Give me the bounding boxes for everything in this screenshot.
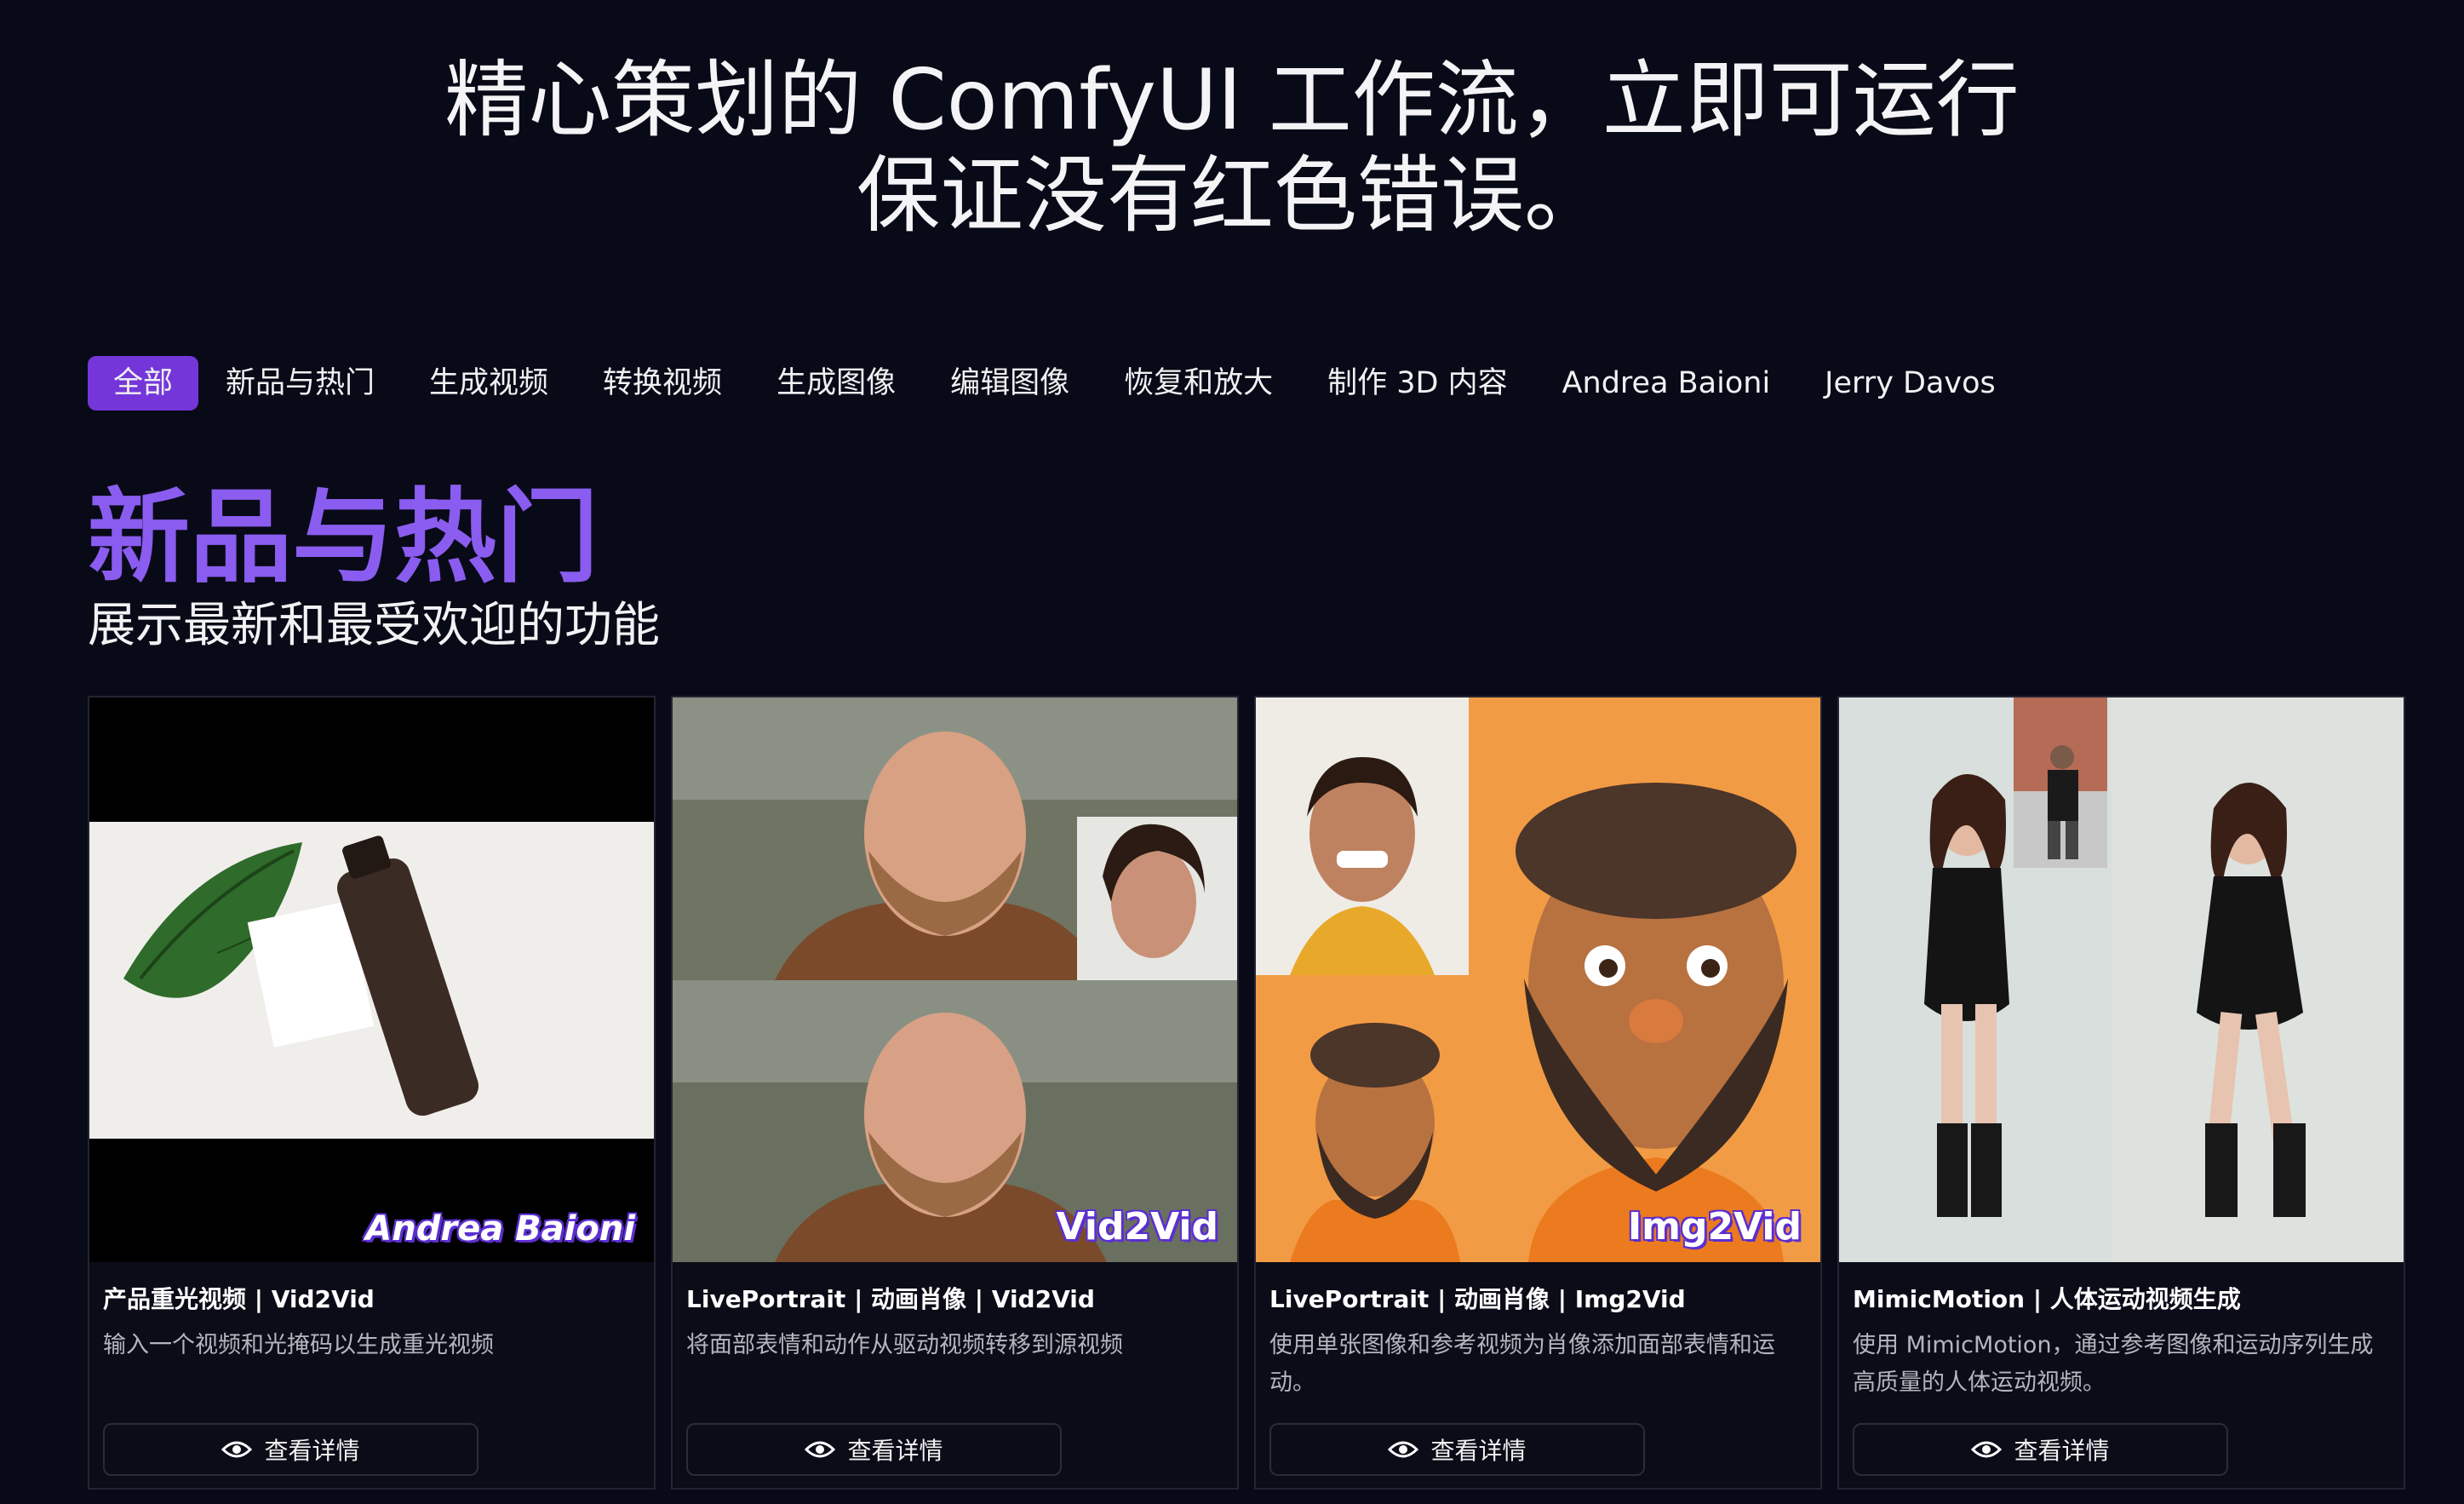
card-description: 使用单张图像和参考视频为肖像添加面部表情和运动。 [1269,1332,1775,1396]
product-relight-image [89,697,654,1262]
card-thumbnail[interactable]: Andrea Baioni [89,697,654,1262]
liveportrait-vid2vid-image [673,697,1237,1262]
overlay-label: Img2Vid [1627,1205,1802,1249]
card-title: LivePortrait | 动画肖像 | Img2Vid [1269,1285,1686,1313]
overlay-label: Andrea Baioni [365,1209,635,1249]
card-description: 输入一个视频和光掩码以生成重光视频 [103,1332,494,1358]
card-thumbnail[interactable]: Img2Vid [1256,697,1820,1262]
view-details-button[interactable]: 查看详情 [1269,1423,1645,1476]
card-description: 使用 MimicMotion，通过参考图像和运动序列生成高质量的人体运动视频。 [1853,1332,2374,1396]
tab-new-and-hot[interactable]: 新品与热门 [198,356,402,410]
tab-generate-image[interactable]: 生成图像 [749,356,923,410]
section-subtitle: 展示最新和最受欢迎的功能 [88,598,660,653]
tab-jerry-davos[interactable]: Jerry Davos [1797,356,2023,410]
card-title: MimicMotion | 人体运动视频生成 [1853,1285,2241,1313]
hero-line-2: 保证没有红色错误。 [856,147,1607,244]
tab-all[interactable]: 全部 [88,356,199,410]
view-details-label: 查看详情 [264,1437,360,1465]
card-title: LivePortrait | 动画肖像 | Vid2Vid [686,1285,1095,1313]
eye-icon [221,1441,253,1458]
card-title: 产品重光视频 | Vid2Vid [103,1285,375,1313]
category-tabs: 全部 新品与热门 生成视频 转换视频 生成图像 编辑图像 恢复和放大 制作 3D… [88,356,2023,410]
view-details-label: 查看详情 [2014,1437,2110,1465]
workflow-card[interactable]: Vid2Vid LivePortrait | 动画肖像 | Vid2Vid 将面… [671,696,1239,1490]
view-details-label: 查看详情 [847,1437,943,1465]
eye-icon [1971,1441,2003,1458]
mimicmotion-image [1839,697,2404,1262]
tab-restore-upscale[interactable]: 恢复和放大 [1097,356,1300,410]
card-thumbnail[interactable]: Vid2Vid [673,697,1237,1262]
workflow-card[interactable]: MimicMotion | 人体运动视频生成 使用 MimicMotion，通过… [1837,696,2405,1490]
card-description: 将面部表情和动作从驱动视频转移到源视频 [686,1332,1123,1358]
tab-transform-video[interactable]: 转换视频 [576,356,749,410]
eye-icon [805,1441,836,1458]
tab-3d-content[interactable]: 制作 3D 内容 [1300,356,1534,410]
section-title: 新品与热门 [88,479,599,597]
view-details-button[interactable]: 查看详情 [103,1423,478,1476]
page: 精心策划的 ComfyUI 工作流，立即可运行 保证没有红色错误。 全部 新品与… [0,0,2464,1504]
workflow-card[interactable]: Img2Vid LivePortrait | 动画肖像 | Img2Vid 使用… [1254,696,1822,1490]
tab-generate-video[interactable]: 生成视频 [402,356,576,410]
hero-heading: 精心策划的 ComfyUI 工作流，立即可运行 保证没有红色错误。 [0,53,2464,244]
tab-edit-image[interactable]: 编辑图像 [923,356,1097,410]
view-details-label: 查看详情 [1430,1437,1527,1465]
workflow-card[interactable]: Andrea Baioni 产品重光视频 | Vid2Vid 输入一个视频和光掩… [88,696,656,1490]
view-details-button[interactable]: 查看详情 [1853,1423,2228,1476]
tab-andrea-baioni[interactable]: Andrea Baioni [1535,356,1798,410]
hero-line-1: 精心策划的 ComfyUI 工作流，立即可运行 [444,52,2020,149]
card-thumbnail[interactable] [1839,697,2404,1262]
liveportrait-img2vid-image [1256,697,1820,1262]
view-details-button[interactable]: 查看详情 [686,1423,1062,1476]
eye-icon [1388,1441,1419,1458]
workflow-card-grid: Andrea Baioni 产品重光视频 | Vid2Vid 输入一个视频和光掩… [88,696,2405,1490]
overlay-label: Vid2Vid [1056,1205,1218,1249]
